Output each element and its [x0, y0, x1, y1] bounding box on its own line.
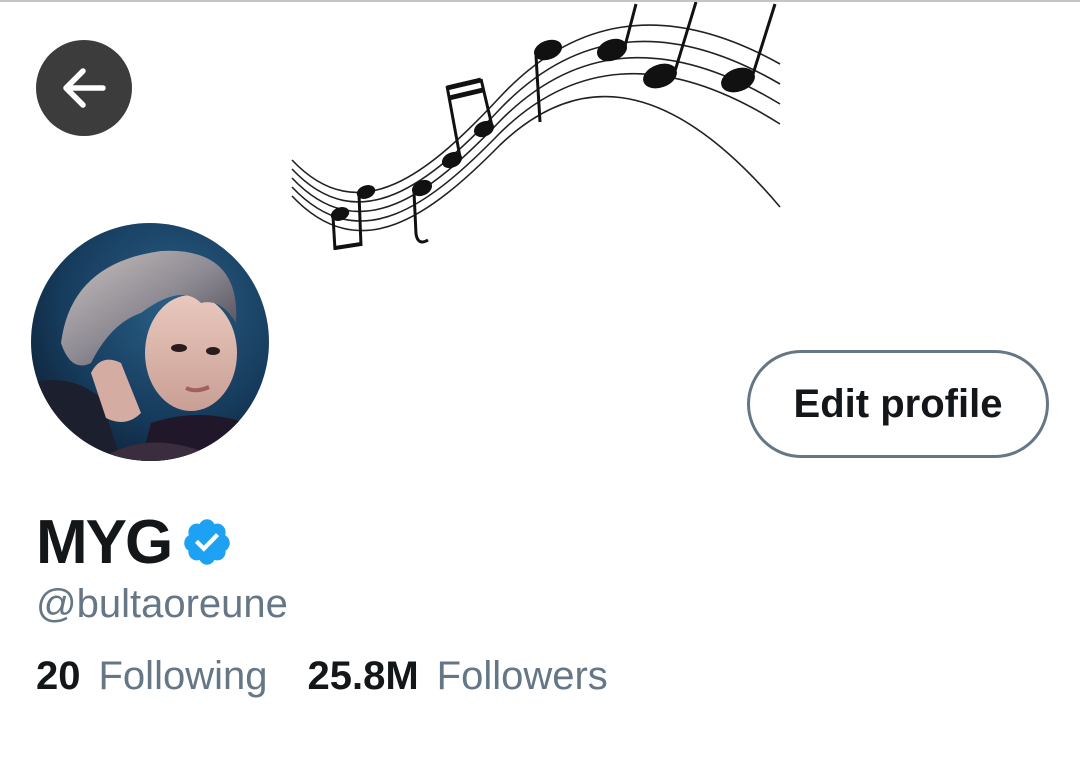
avatar-image: [31, 223, 269, 461]
verified-badge-icon: [184, 519, 230, 565]
follow-stats: 20 Following 25.8M Followers: [36, 654, 608, 699]
following-label: Following: [98, 654, 268, 698]
following-count: 20: [36, 654, 81, 698]
profile-page: Edit profile MYG @bultaoreune 20 Followi…: [0, 0, 1080, 777]
following-link[interactable]: 20 Following: [36, 654, 267, 699]
followers-count: 25.8M: [307, 654, 419, 698]
followers-label: Followers: [436, 654, 608, 698]
back-button[interactable]: [36, 40, 132, 136]
display-name: MYG: [36, 507, 173, 577]
edit-profile-button[interactable]: Edit profile: [747, 350, 1049, 458]
username-handle: @bultaoreune: [36, 582, 288, 626]
arrow-left-icon: [63, 68, 106, 108]
avatar[interactable]: [28, 220, 272, 464]
followers-link[interactable]: 25.8M Followers: [307, 654, 607, 699]
name-row: MYG: [36, 507, 233, 577]
